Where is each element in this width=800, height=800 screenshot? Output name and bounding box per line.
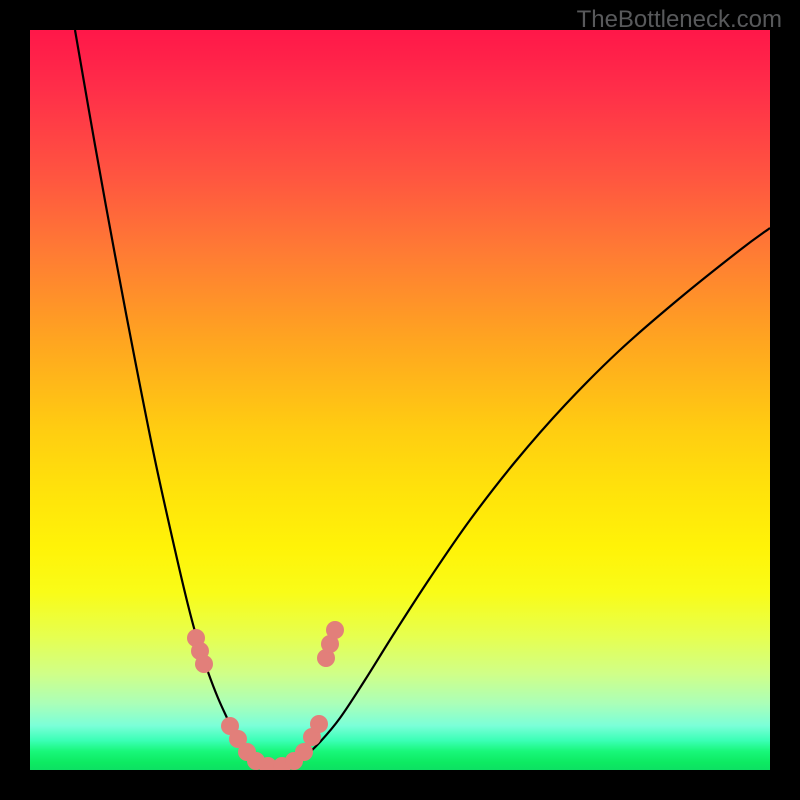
series-left-curve bbox=[75, 30, 275, 767]
dots-layer bbox=[187, 621, 344, 770]
marker-left-dots-upper bbox=[195, 655, 213, 673]
series-right-curve bbox=[275, 228, 770, 767]
curve-layer bbox=[75, 30, 770, 767]
chart-svg bbox=[30, 30, 770, 770]
watermark-text: TheBottleneck.com bbox=[577, 6, 782, 34]
marker-right-dots-lower bbox=[310, 715, 328, 733]
marker-right-dots-upper bbox=[326, 621, 344, 639]
plot-area bbox=[30, 30, 770, 770]
